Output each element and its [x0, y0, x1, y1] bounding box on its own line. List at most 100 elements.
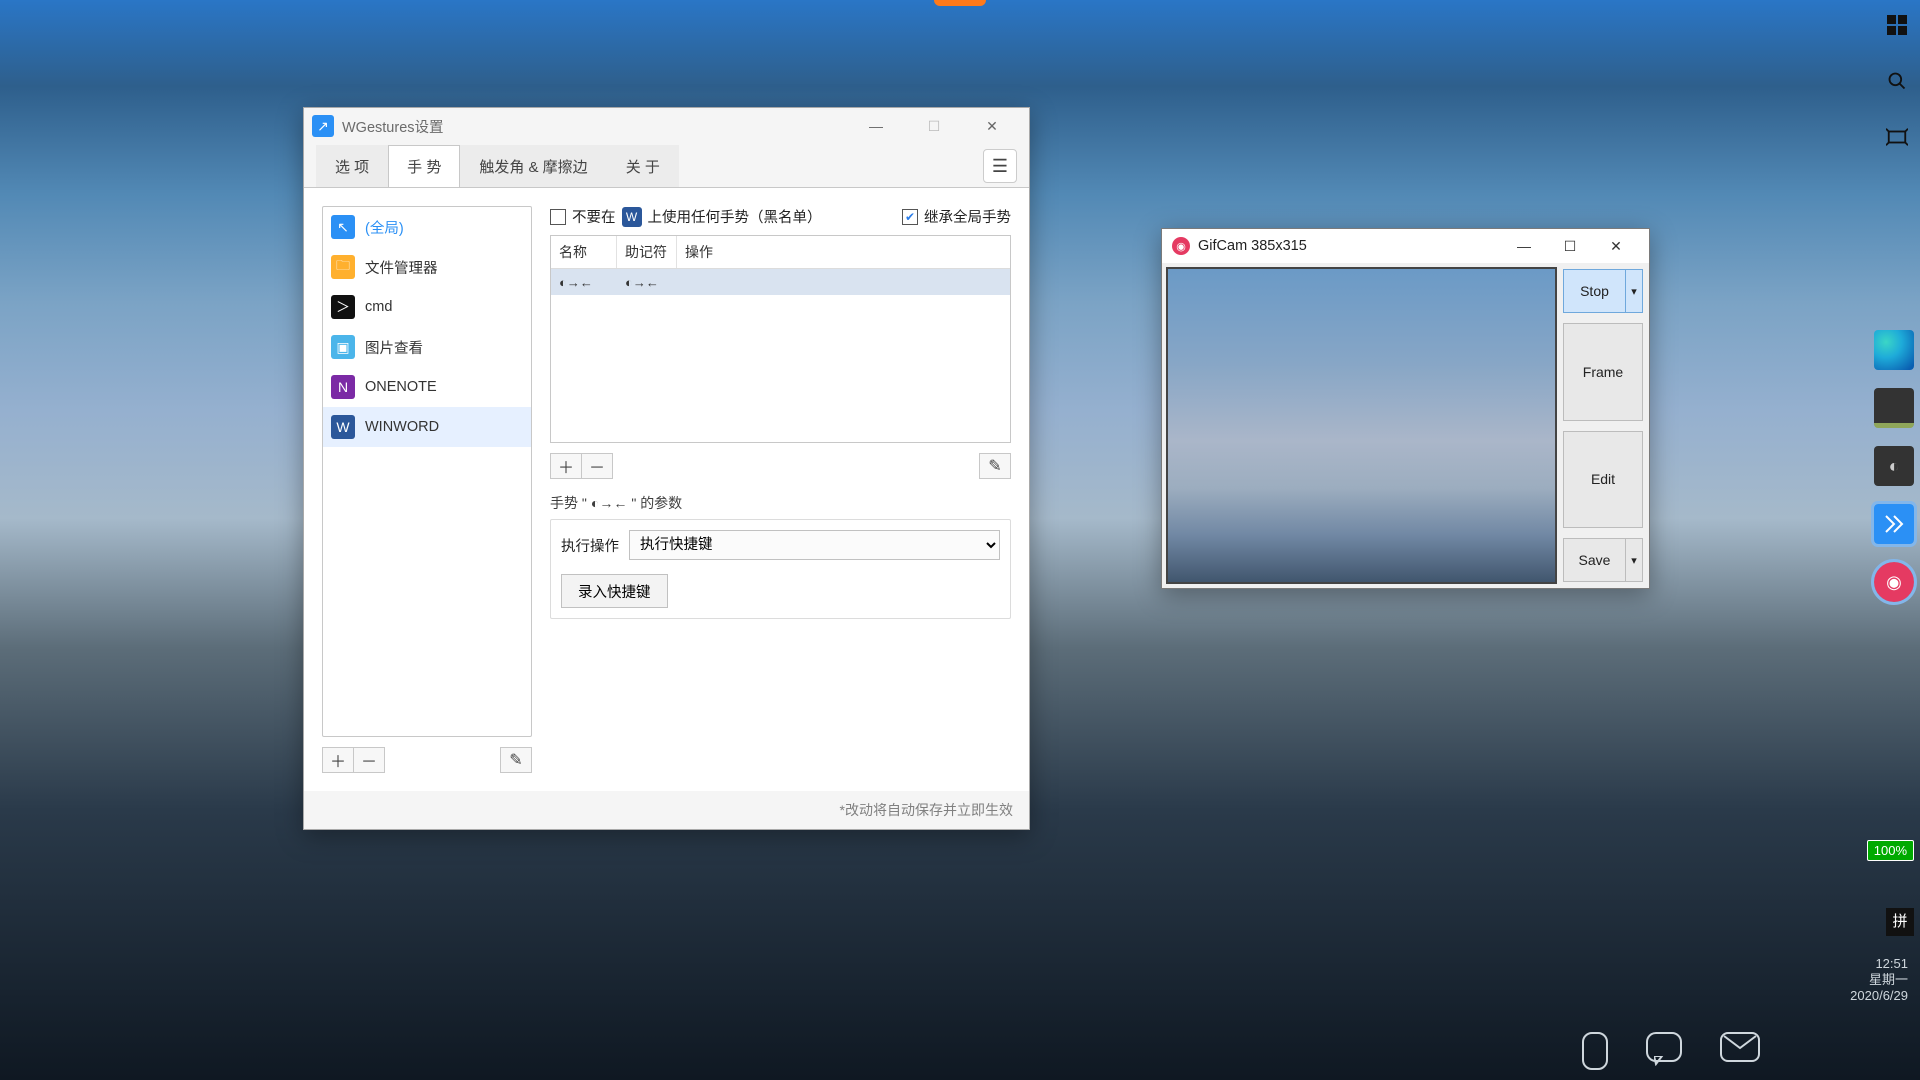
gifcam-capture-area[interactable]: [1166, 267, 1557, 584]
wgestures-window: ↗ WGestures设置 — ☐ ✕ 选 项 手 势 触发角 & 摩擦边 关 …: [303, 107, 1030, 830]
blacklist-checkbox[interactable]: [550, 209, 566, 225]
record-hotkey-button[interactable]: 录入快捷键: [561, 574, 668, 608]
blacklist-label-suffix: 上使用任何手势（黑名单）: [648, 206, 822, 227]
start-button[interactable]: [1880, 8, 1914, 42]
minimize-button[interactable]: —: [847, 108, 905, 144]
stop-button[interactable]: Stop: [1563, 269, 1626, 313]
col-name[interactable]: 名称: [551, 236, 617, 268]
gifcam-app-icon[interactable]: ◉: [1874, 562, 1914, 602]
app-item-label: WINWORD: [365, 419, 439, 435]
add-gesture-button[interactable]: ＋: [550, 453, 582, 479]
taskbar-vertical-top: [1880, 8, 1914, 154]
tab-gestures[interactable]: 手 势: [388, 145, 460, 188]
tab-bar: 选 项 手 势 触发角 & 摩擦边 关 于 ☰: [304, 144, 1029, 188]
gesture-panel: 不要在 W 上使用任何手势（黑名单） ✔ 继承全局手势 名称 助记符 操作 ◐→…: [550, 206, 1011, 773]
blacklist-label-prefix: 不要在: [572, 206, 616, 227]
maximize-button: ☐: [905, 108, 963, 144]
edge-app-icon[interactable]: [1874, 330, 1914, 370]
gifcam-maximize-button[interactable]: ☐: [1547, 229, 1593, 263]
cell-name: ◐→←: [551, 275, 617, 290]
gifcam-title: GifCam 385x315: [1198, 238, 1307, 254]
add-app-button[interactable]: ＋: [322, 747, 354, 773]
tray-bottom-icons: [1582, 1032, 1760, 1070]
col-mnemonic[interactable]: 助记符: [617, 236, 677, 268]
taskview-icon[interactable]: [1880, 120, 1914, 154]
col-action[interactable]: 操作: [677, 236, 1010, 268]
gifcam-titlebar[interactable]: ◉ GifCam 385x315 — ☐ ✕: [1162, 229, 1649, 263]
app-sidebar: ↖ (全局) 🗀 文件管理器 ＞ cmd ▣ 图片查看 N ONENOTE W WINWORD ＋ －…: [322, 206, 532, 773]
shell-app-icon[interactable]: ◐: [1874, 446, 1914, 486]
app-item-label: 文件管理器: [365, 257, 438, 278]
top-recording-indicator: [934, 0, 986, 6]
app-list-buttons: ＋ － ✎: [322, 747, 532, 773]
window-title: WGestures设置: [342, 116, 444, 137]
terminal-icon: ＞: [331, 295, 355, 319]
footer-hint: *改动将自动保存并立即生效: [840, 800, 1013, 820]
phone-icon[interactable]: [1582, 1032, 1608, 1070]
N-icon: N: [331, 375, 355, 399]
stop-dropdown[interactable]: ▾: [1625, 269, 1643, 313]
remove-gesture-button[interactable]: －: [581, 453, 613, 479]
mail-icon[interactable]: [1720, 1032, 1760, 1062]
hamburger-menu-button[interactable]: ☰: [983, 149, 1017, 183]
tab-triggers[interactable]: 触发角 & 摩擦边: [460, 145, 606, 188]
search-icon[interactable]: [1880, 64, 1914, 98]
close-button[interactable]: ✕: [963, 108, 1021, 144]
params-title: 手势 "◐→←" 的参数: [550, 493, 1011, 513]
exec-action-label: 执行操作: [561, 535, 619, 556]
save-dropdown[interactable]: ▾: [1625, 538, 1643, 582]
battery-status[interactable]: 100%: [1867, 840, 1914, 861]
cell-mnemonic: ◐→←: [617, 275, 677, 290]
exec-action-select[interactable]: 执行快捷键: [629, 530, 1000, 560]
app-item-label: (全局): [365, 217, 404, 238]
edit-button[interactable]: Edit: [1563, 431, 1643, 529]
dark-app-icon[interactable]: [1874, 388, 1914, 428]
wgestures-footer: *改动将自动保存并立即生效: [304, 791, 1029, 829]
app-item-图片查看[interactable]: ▣ 图片查看: [323, 327, 531, 367]
app-item-文件管理器[interactable]: 🗀 文件管理器: [323, 247, 531, 287]
wgestures-body: ↖ (全局) 🗀 文件管理器 ＞ cmd ▣ 图片查看 N ONENOTE W WINWORD ＋ －…: [304, 187, 1029, 791]
word-icon: W: [622, 207, 642, 227]
ime-indicator[interactable]: 拼: [1886, 908, 1914, 936]
clock-weekday: 星期一: [1850, 972, 1908, 988]
gifcam-minimize-button[interactable]: —: [1501, 229, 1547, 263]
wgestures-titlebar[interactable]: ↗ WGestures设置 — ☐ ✕: [304, 108, 1029, 144]
wgestures-app-icon-small: ↗: [312, 115, 334, 137]
folder-icon: 🗀: [331, 255, 355, 279]
gifcam-app-icon-small: ◉: [1172, 237, 1190, 255]
app-item-ONENOTE[interactable]: N ONENOTE: [323, 367, 531, 407]
gifcam-sidebar: Stop ▾ Frame Edit Save ▾: [1561, 263, 1649, 588]
gesture-row[interactable]: ◐→←◐→←: [551, 269, 1010, 295]
app-list: ↖ (全局) 🗀 文件管理器 ＞ cmd ▣ 图片查看 N ONENOTE W WINWORD: [322, 206, 532, 737]
inherit-label: 继承全局手势: [924, 206, 1011, 227]
chat-icon[interactable]: [1646, 1032, 1682, 1062]
app-item-(全局)[interactable]: ↖ (全局): [323, 207, 531, 247]
gesture-list-buttons: ＋ － ✎: [550, 453, 1011, 479]
wgestures-app-icon[interactable]: [1874, 504, 1914, 544]
app-item-label: cmd: [365, 299, 392, 315]
app-item-label: 图片查看: [365, 337, 423, 358]
clock-date: 2020/6/29: [1850, 988, 1908, 1004]
edit-app-button[interactable]: ✎: [500, 747, 532, 773]
tab-options[interactable]: 选 项: [316, 145, 388, 188]
app-item-WINWORD[interactable]: W WINWORD: [323, 407, 531, 447]
inherit-checkbox[interactable]: ✔: [902, 209, 918, 225]
save-button[interactable]: Save: [1563, 538, 1626, 582]
tab-about[interactable]: 关 于: [607, 145, 679, 188]
cursor-icon: ↖: [331, 215, 355, 239]
gesture-table: 名称 助记符 操作 ◐→←◐→←: [550, 235, 1011, 443]
image-icon: ▣: [331, 335, 355, 359]
taskbar-vertical-apps: ◐ ◉: [1874, 330, 1914, 602]
edit-gesture-button[interactable]: ✎: [979, 453, 1011, 479]
W-icon: W: [331, 415, 355, 439]
remove-app-button[interactable]: －: [353, 747, 385, 773]
gesture-table-header: 名称 助记符 操作: [551, 236, 1010, 269]
clock-time: 12:51: [1850, 956, 1908, 972]
app-item-label: ONENOTE: [365, 379, 437, 395]
gifcam-window: ◉ GifCam 385x315 — ☐ ✕ Stop ▾ Frame Edit…: [1161, 228, 1650, 589]
app-item-cmd[interactable]: ＞ cmd: [323, 287, 531, 327]
frame-button[interactable]: Frame: [1563, 323, 1643, 421]
gesture-params: 手势 "◐→←" 的参数 执行操作 执行快捷键 录入快捷键: [550, 493, 1011, 619]
gifcam-close-button[interactable]: ✕: [1593, 229, 1639, 263]
clock[interactable]: 12:51 星期一 2020/6/29: [1850, 956, 1908, 1004]
